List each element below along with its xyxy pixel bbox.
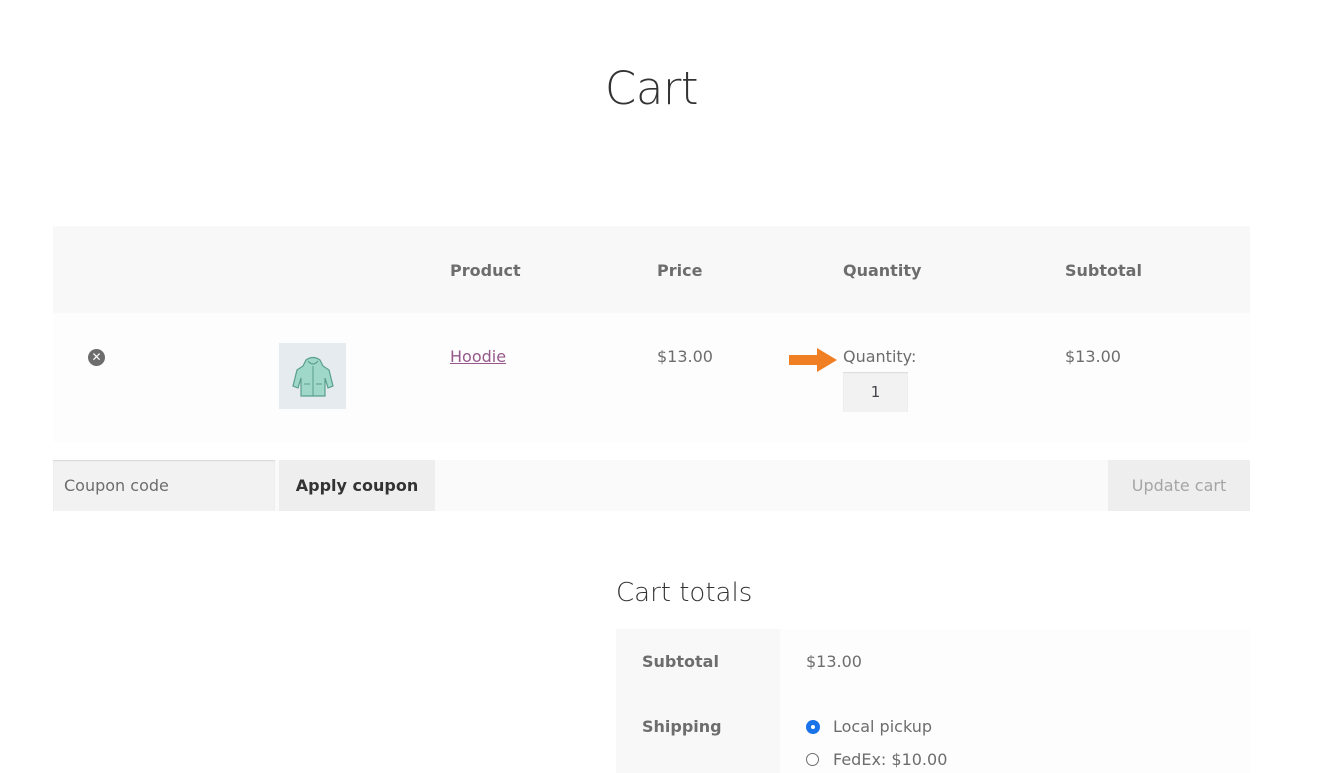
cart-table-header: Product Price Quantity Subtotal: [53, 226, 1250, 313]
quantity-input[interactable]: [843, 372, 908, 412]
remove-item-icon[interactable]: ✕: [88, 349, 105, 366]
header-quantity: Quantity: [843, 261, 922, 280]
cart-actions: Apply coupon Update cart: [53, 460, 1250, 511]
apply-coupon-button[interactable]: Apply coupon: [279, 460, 435, 511]
header-subtotal: Subtotal: [1065, 261, 1142, 280]
header-price: Price: [657, 261, 703, 280]
shipping-option-label: FedEx: $10.00: [833, 750, 948, 769]
cart-totals-table: Subtotal $13.00 Shipping Local pickup Fe…: [616, 629, 1250, 773]
annotation-arrow-icon: [789, 348, 837, 372]
shipping-options: Local pickup FedEx: $10.00: [780, 694, 1250, 773]
totals-subtotal-row: Subtotal $13.00: [616, 629, 1250, 694]
totals-subtotal-value: $13.00: [780, 629, 1250, 694]
cart-page: Cart Product Price Quantity Subtotal ✕ H…: [0, 0, 1343, 773]
cart-totals-title: Cart totals: [616, 578, 753, 608]
cart-item-row: ✕ Hoodie $13.00 Quantity: $13.00: [53, 313, 1250, 442]
header-product: Product: [450, 261, 521, 280]
product-name-cell: Hoodie: [450, 347, 506, 366]
totals-subtotal-label: Subtotal: [616, 629, 780, 694]
product-link-hoodie[interactable]: Hoodie: [450, 347, 506, 366]
totals-shipping-label: Shipping: [616, 694, 780, 773]
update-cart-button[interactable]: Update cart: [1108, 460, 1250, 511]
hoodie-image-icon: [291, 356, 334, 397]
totals-shipping-row: Shipping Local pickup FedEx: $10.00: [616, 694, 1250, 773]
hoodie-thumbnail[interactable]: [279, 343, 346, 409]
radio-selected-icon[interactable]: [807, 720, 819, 733]
shipping-option-label: Local pickup: [833, 717, 933, 736]
quantity-label: Quantity:: [843, 347, 917, 366]
coupon-code-input[interactable]: [53, 460, 275, 511]
radio-unselected-icon[interactable]: [806, 753, 819, 766]
item-price: $13.00: [657, 347, 713, 366]
shipping-option-fedex[interactable]: FedEx: $10.00: [806, 750, 947, 769]
cart-table: Product Price Quantity Subtotal ✕ Hoodie…: [53, 226, 1250, 442]
item-subtotal: $13.00: [1065, 347, 1121, 366]
shipping-option-local-pickup[interactable]: Local pickup: [806, 717, 932, 736]
page-title: Cart: [604, 62, 699, 115]
